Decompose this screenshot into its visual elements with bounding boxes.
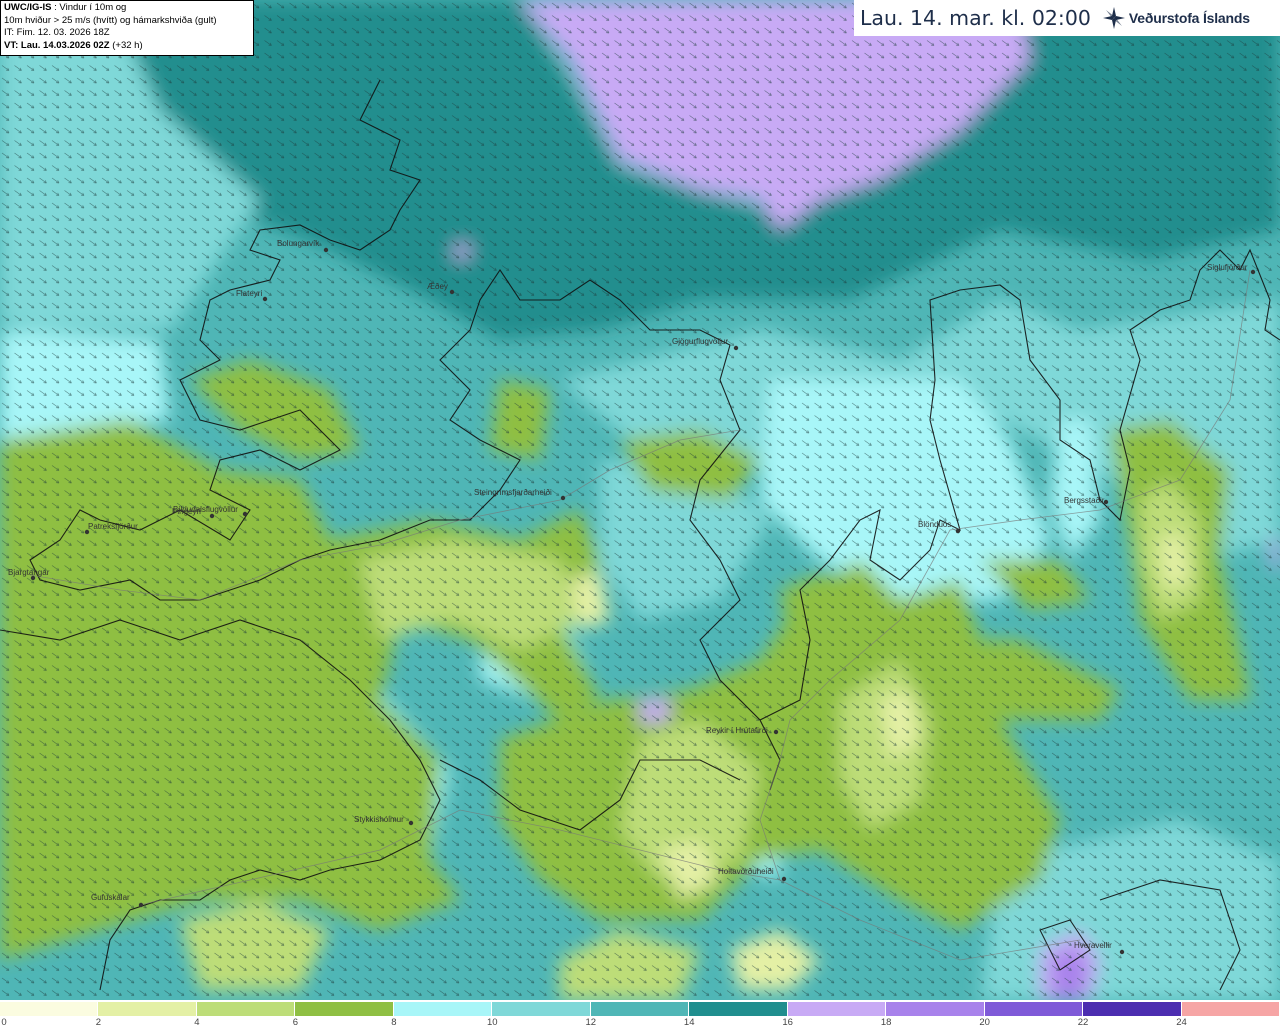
- brand-logo[interactable]: Veðurstofa Íslands: [1101, 5, 1250, 31]
- place-label: Bíldudalsflugvöllur: [173, 505, 238, 514]
- valid-time-header: Lau. 14. mar. kl. 02:00 Veðurstofa Íslan…: [854, 0, 1280, 36]
- legend-swatch: [492, 1002, 591, 1016]
- wind-speed-legend: 0 2 4 6 8 10 12 14 16 18 20 22 24: [0, 1000, 1280, 1030]
- place-label: Blönduós: [918, 520, 951, 529]
- legend-color-bar: [0, 1002, 1280, 1016]
- legend-tick-label: 10: [487, 1017, 498, 1028]
- place-bergsstadir: Bergsstaðir: [1064, 496, 1109, 505]
- forecast-hour: (+32 h): [109, 39, 143, 51]
- model-description: : Vindur í 10m og: [51, 2, 127, 13]
- legend-tick-label: 2: [95, 1017, 102, 1028]
- legend-swatch: [295, 1002, 394, 1016]
- legend-swatch: [1181, 1002, 1280, 1016]
- place-reykir: Reykir í Hrútafirði: [706, 726, 779, 735]
- gust-description: 10m hviður > 25 m/s (hvítt) og hámarkshv…: [4, 14, 217, 26]
- legend-tick-label: 4: [194, 1017, 200, 1028]
- legend-tick-label: 12: [585, 1017, 597, 1028]
- legend-swatch: [1083, 1002, 1182, 1016]
- place-label: Holtavörðuheiði: [718, 867, 774, 876]
- brand-name: Veðurstofa Íslands: [1128, 10, 1250, 26]
- legend-tick-label: 18: [880, 1017, 892, 1028]
- valid-time-line: VT: Lau. 14.03.2026 02Z (+32 h): [4, 40, 250, 53]
- place-label: Gufuskálar: [91, 893, 130, 902]
- wind-map: Bolungarvík Flateyri Æðey Gjögurflugvöll…: [0, 0, 1280, 1000]
- legend-tick-label: 0: [1, 1017, 7, 1028]
- legend-swatch: [787, 1002, 887, 1016]
- place-label: Flateyri: [236, 289, 262, 298]
- legend-swatch: [984, 1002, 1084, 1016]
- model-name: UWC/IG-IS: [4, 2, 52, 13]
- legend-tick-label: 6: [292, 1017, 299, 1028]
- legend-tick-label: 16: [782, 1017, 793, 1028]
- legend-swatch: [196, 1002, 296, 1016]
- forecast-info-box: UWC/IG-IS : Vindur í 10m og 10m hviður >…: [0, 0, 254, 56]
- legend-swatch: [886, 1002, 985, 1016]
- model-line: UWC/IG-IS : Vindur í 10m og: [4, 2, 250, 15]
- legend-swatch: [98, 1002, 197, 1016]
- legend-tick-label: 14: [683, 1017, 695, 1028]
- initial-time: IT: Fim. 12. 03. 2026 18Z: [4, 27, 110, 38]
- legend-tick-label: 8: [391, 1017, 397, 1028]
- legend-tick-label: 22: [1077, 1017, 1089, 1028]
- vedurstofa-logo-icon: [1102, 7, 1125, 29]
- place-label: Reykir í Hrútafirði: [706, 726, 768, 735]
- place-label: Siglufjörður: [1207, 263, 1248, 272]
- place-label: Gjögurflugvöllur: [672, 337, 728, 346]
- legend-tick-label: 20: [979, 1017, 990, 1028]
- legend-swatch: [0, 1002, 99, 1016]
- place-label: Bolungarvík: [277, 239, 320, 248]
- legend-swatch: [689, 1002, 788, 1016]
- valid-time-label: Lau. 14. mar. kl. 02:00: [860, 6, 1091, 30]
- legend-swatch: [393, 1002, 493, 1016]
- place-label: Steingrímsfjarðarheiði: [474, 488, 552, 497]
- place-label: Bjargtangar: [8, 568, 50, 577]
- place-label: Æðey: [427, 282, 448, 291]
- legend-tick-label: 24: [1176, 1017, 1187, 1028]
- place-label: Hveravellir: [1074, 941, 1112, 950]
- place-label: Bergsstaðir: [1064, 496, 1105, 505]
- place-label: Patreksfjörður: [88, 522, 138, 531]
- place-label: Stykkishólmur: [354, 815, 404, 824]
- valid-time: VT: Lau. 14.03.2026 02Z: [4, 39, 110, 51]
- legend-swatch: [590, 1002, 690, 1016]
